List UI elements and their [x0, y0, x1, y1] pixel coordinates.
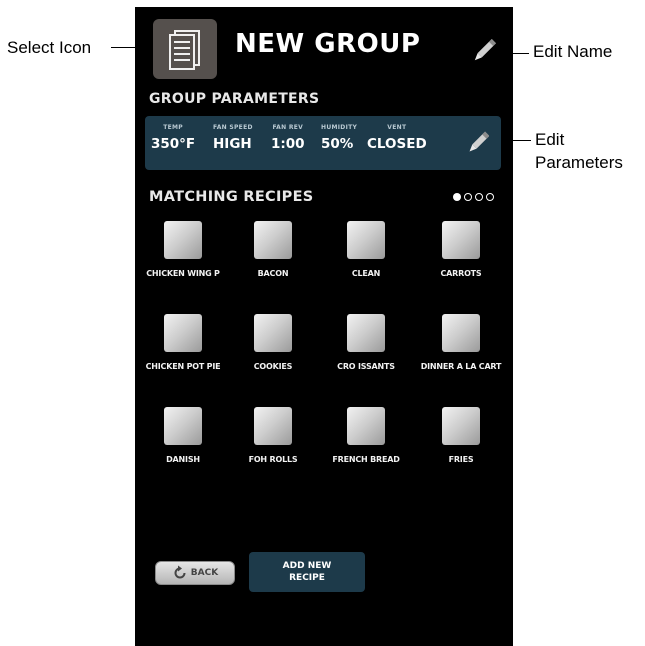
recipe-thumbnail [442, 407, 480, 445]
param-value: 1:00 [271, 136, 305, 152]
param-value: HIGH [213, 136, 252, 152]
recipe-label: FRENCH BREAD [332, 455, 400, 464]
param-label: FAN SPEED [213, 124, 253, 131]
recipe-thumbnail [254, 314, 292, 352]
add-new-recipe-button[interactable]: ADD NEW RECIPE [249, 552, 365, 592]
recipe-label: CHICKEN WING P [146, 269, 220, 278]
recipe-tile[interactable]: COOKIES [225, 314, 321, 371]
recipe-tile[interactable]: CHICKEN WING P [135, 221, 231, 278]
recipe-tile[interactable]: CLEAN [318, 221, 414, 278]
recipe-thumbnail [164, 314, 202, 352]
group-parameters-panel[interactable]: TEMP 350°F FAN SPEED HIGH FAN REV 1:00 H… [145, 116, 501, 170]
device-screen: NEW GROUP GROUP PARAMETERS TEMP 350°F FA… [135, 7, 513, 646]
recipe-tile[interactable]: BACON [225, 221, 321, 278]
recipe-tile[interactable]: DANISH [135, 407, 231, 464]
recipe-thumbnail [442, 221, 480, 259]
select-icon-button[interactable] [153, 19, 217, 79]
recipe-tile[interactable]: DINNER A LA CART [413, 314, 509, 371]
param-value: 350°F [151, 136, 196, 152]
pencil-icon [469, 131, 490, 152]
recipe-tile[interactable]: FRIES [413, 407, 509, 464]
add-recipe-label-line1: ADD NEW [282, 561, 332, 571]
recipe-tile[interactable]: FOH ROLLS [225, 407, 321, 464]
page-dot[interactable] [475, 193, 483, 201]
param-vent: VENT CLOSED [367, 124, 427, 152]
param-humidity: HUMIDITY 50% [321, 124, 357, 152]
recipe-label: FOH ROLLS [248, 455, 298, 464]
param-fan-speed: FAN SPEED HIGH [213, 124, 253, 152]
page-dot-active[interactable] [453, 193, 461, 201]
recipe-label: COOKIES [253, 362, 293, 371]
page-indicator [453, 193, 494, 201]
add-recipe-label-line2: RECIPE [289, 573, 325, 583]
edit-name-button[interactable] [472, 37, 497, 69]
recipe-thumbnail [254, 407, 292, 445]
param-value: 50% [321, 136, 354, 152]
callout-edit-parameters-line2: Parameters [535, 153, 623, 172]
recipe-tile[interactable]: CARROTS [413, 221, 509, 278]
recipe-thumbnail [347, 407, 385, 445]
recipe-tile[interactable]: CRO ISSANTS [318, 314, 414, 371]
recipe-label: CARROTS [440, 269, 482, 278]
recipe-thumbnail [442, 314, 480, 352]
recipe-label: DANISH [166, 455, 200, 464]
edit-parameters-button[interactable] [467, 130, 490, 160]
pencil-icon [474, 38, 497, 61]
recipe-label: BACON [257, 269, 289, 278]
param-value: CLOSED [367, 136, 427, 152]
callout-edit-parameters-line1: Edit [535, 130, 565, 149]
callout-edit-name: Edit Name [533, 42, 613, 61]
param-label: VENT [387, 124, 407, 131]
group-parameters-heading: GROUP PARAMETERS [149, 91, 320, 107]
group-title: NEW GROUP [235, 29, 421, 59]
document-icon [169, 30, 200, 70]
recipe-label: CLEAN [351, 269, 381, 278]
callout-select-icon: Select Icon [7, 38, 92, 57]
recipe-thumbnail [164, 221, 202, 259]
recipe-label: FRIES [448, 455, 474, 464]
param-fan-rev: FAN REV 1:00 [271, 124, 305, 152]
recipe-label: CRO ISSANTS [337, 362, 395, 371]
back-label: BACK [190, 568, 219, 578]
page-dot[interactable] [464, 193, 472, 201]
matching-recipes-heading: MATCHING RECIPES [149, 189, 314, 205]
recipe-thumbnail [347, 314, 385, 352]
page-dot[interactable] [486, 193, 494, 201]
back-button[interactable]: BACK [155, 561, 235, 585]
recipe-thumbnail [254, 221, 292, 259]
recipe-tile[interactable]: FRENCH BREAD [318, 407, 414, 464]
param-label: FAN REV [272, 124, 304, 131]
recipe-tile[interactable]: CHICKEN POT PIE [135, 314, 231, 371]
recipe-label: DINNER A LA CART [420, 362, 502, 371]
param-temp: TEMP 350°F [151, 124, 195, 152]
param-label: HUMIDITY [321, 124, 358, 131]
back-arrow-icon [174, 565, 186, 579]
recipe-label: CHICKEN POT PIE [145, 362, 221, 371]
param-label: TEMP [163, 124, 183, 131]
recipe-thumbnail [347, 221, 385, 259]
recipe-thumbnail [164, 407, 202, 445]
